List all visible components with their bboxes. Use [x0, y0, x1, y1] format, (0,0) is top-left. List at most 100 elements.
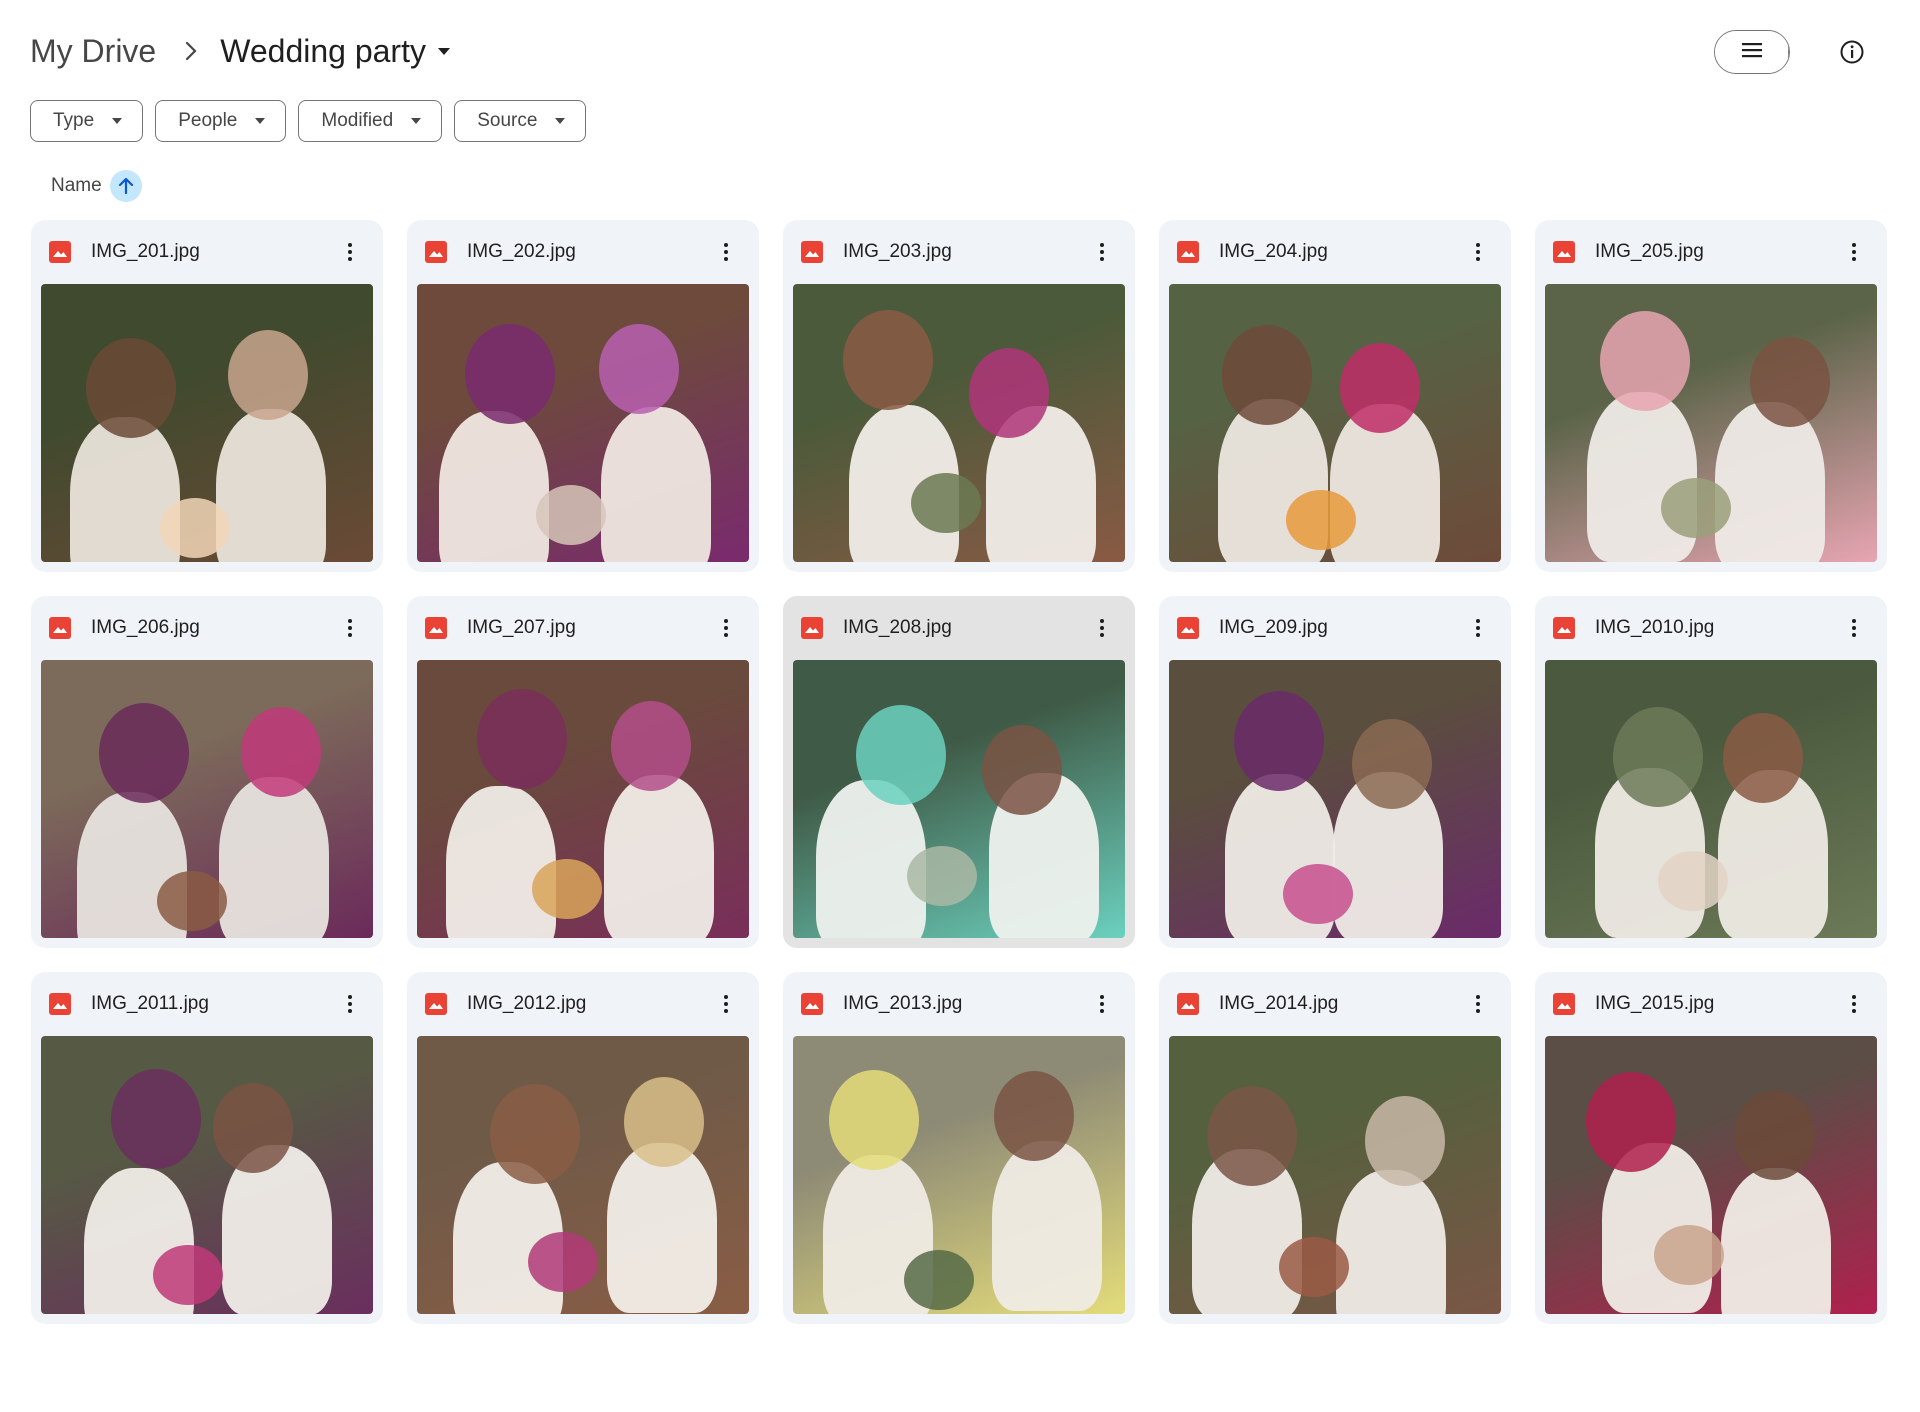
image-file-icon — [49, 241, 71, 263]
photo-shape — [439, 411, 549, 562]
photo-shape — [157, 871, 227, 931]
photo-shape — [1286, 490, 1356, 550]
photo-shape — [601, 407, 711, 562]
image-file-icon — [425, 993, 447, 1015]
photo-shape — [907, 846, 977, 906]
file-card[interactable]: IMG_201.jpg — [31, 220, 383, 572]
file-card[interactable]: IMG_205.jpg — [1535, 220, 1887, 572]
photo-shape — [213, 1083, 293, 1173]
breadcrumb-my-drive[interactable]: My Drive — [30, 33, 156, 70]
more-actions-button[interactable] — [1839, 989, 1869, 1019]
photo-shape — [465, 324, 555, 424]
file-name: IMG_2010.jpg — [1595, 617, 1715, 638]
photo-shape — [1586, 1072, 1676, 1172]
file-name: IMG_208.jpg — [843, 617, 952, 638]
image-thumbnail — [41, 284, 373, 562]
more-actions-button[interactable] — [711, 237, 741, 267]
sort-label[interactable]: Name — [51, 175, 102, 197]
photo-shape — [446, 786, 556, 938]
filter-modified[interactable]: Modified — [298, 100, 443, 142]
photo-shape — [1600, 311, 1690, 411]
more-vert-icon — [1100, 243, 1104, 261]
caret-down-icon — [112, 118, 123, 124]
photo-shape — [1721, 1168, 1831, 1314]
more-vert-icon — [724, 619, 728, 637]
more-actions-button[interactable] — [1839, 237, 1869, 267]
image-thumbnail — [1169, 660, 1501, 938]
more-actions-button[interactable] — [335, 613, 365, 643]
sort-direction-button[interactable] — [109, 170, 142, 202]
chevron-right-icon — [184, 40, 198, 62]
info-icon — [1839, 39, 1865, 65]
more-actions-button[interactable] — [711, 613, 741, 643]
more-vert-icon — [724, 243, 728, 261]
photo-shape — [604, 775, 714, 938]
image-thumbnail — [1545, 284, 1877, 562]
photo-shape — [532, 859, 602, 919]
photo-shape — [982, 725, 1062, 815]
more-actions-button[interactable] — [1087, 989, 1117, 1019]
list-view-button[interactable] — [1715, 31, 1789, 73]
more-vert-icon — [1476, 619, 1480, 637]
photo-shape — [1222, 325, 1312, 425]
file-card[interactable]: IMG_203.jpg — [783, 220, 1135, 572]
file-card[interactable]: IMG_207.jpg — [407, 596, 759, 948]
breadcrumb-current-folder[interactable]: Wedding party — [220, 33, 450, 70]
image-file-icon — [1177, 617, 1199, 639]
filter-people[interactable]: People — [155, 100, 287, 142]
photo-shape — [111, 1069, 201, 1169]
file-card[interactable]: IMG_204.jpg — [1159, 220, 1511, 572]
file-card[interactable]: IMG_2011.jpg — [31, 972, 383, 1324]
file-card[interactable]: IMG_206.jpg — [31, 596, 383, 948]
filter-type[interactable]: Type — [30, 100, 144, 142]
image-thumbnail — [1545, 660, 1877, 938]
image-thumbnail — [417, 660, 749, 938]
more-actions-button[interactable] — [1087, 237, 1117, 267]
file-card-header: IMG_2014.jpg — [1169, 972, 1501, 1036]
more-actions-button[interactable] — [335, 989, 365, 1019]
file-card[interactable]: IMG_2012.jpg — [407, 972, 759, 1324]
photo-shape — [99, 703, 189, 803]
more-actions-button[interactable] — [335, 237, 365, 267]
file-card[interactable]: IMG_2014.jpg — [1159, 972, 1511, 1324]
photo-shape — [228, 330, 308, 420]
photo-shape — [994, 1071, 1074, 1161]
file-card[interactable]: IMG_2010.jpg — [1535, 596, 1887, 948]
image-file-icon — [49, 617, 71, 639]
more-actions-button[interactable] — [1087, 613, 1117, 643]
file-card[interactable]: IMG_208.jpg — [783, 596, 1135, 948]
arrow-up-icon — [116, 176, 136, 196]
photo-shape — [241, 707, 321, 797]
more-vert-icon — [1852, 619, 1856, 637]
more-vert-icon — [348, 619, 352, 637]
filter-label: People — [178, 110, 238, 131]
file-card[interactable]: IMG_2015.jpg — [1535, 972, 1887, 1324]
more-actions-button[interactable] — [1839, 613, 1869, 643]
more-actions-button[interactable] — [1463, 613, 1493, 643]
image-file-icon — [49, 993, 71, 1015]
photo-shape — [1723, 713, 1803, 803]
file-card[interactable]: IMG_2013.jpg — [783, 972, 1135, 1324]
file-card-header: IMG_208.jpg — [793, 596, 1125, 660]
caret-down-icon — [411, 118, 422, 124]
photo-shape — [1279, 1237, 1349, 1297]
photo-shape — [490, 1084, 580, 1184]
image-thumbnail — [1169, 1036, 1501, 1314]
filter-label: Type — [53, 110, 95, 131]
caret-down-icon — [437, 47, 450, 55]
more-actions-button[interactable] — [711, 989, 741, 1019]
photo-shape — [1340, 343, 1420, 433]
more-vert-icon — [1476, 243, 1480, 261]
filter-source[interactable]: Source — [454, 100, 587, 142]
filter-bar: Type People Modified Source — [30, 100, 587, 142]
file-card[interactable]: IMG_202.jpg — [407, 220, 759, 572]
file-card-header: IMG_2012.jpg — [417, 972, 749, 1036]
image-thumbnail — [41, 1036, 373, 1314]
more-actions-button[interactable] — [1463, 237, 1493, 267]
photo-shape — [1283, 864, 1353, 924]
file-card[interactable]: IMG_209.jpg — [1159, 596, 1511, 948]
image-thumbnail — [41, 660, 373, 938]
info-button[interactable] — [1834, 34, 1870, 70]
more-actions-button[interactable] — [1463, 989, 1493, 1019]
file-name: IMG_2011.jpg — [91, 993, 209, 1014]
